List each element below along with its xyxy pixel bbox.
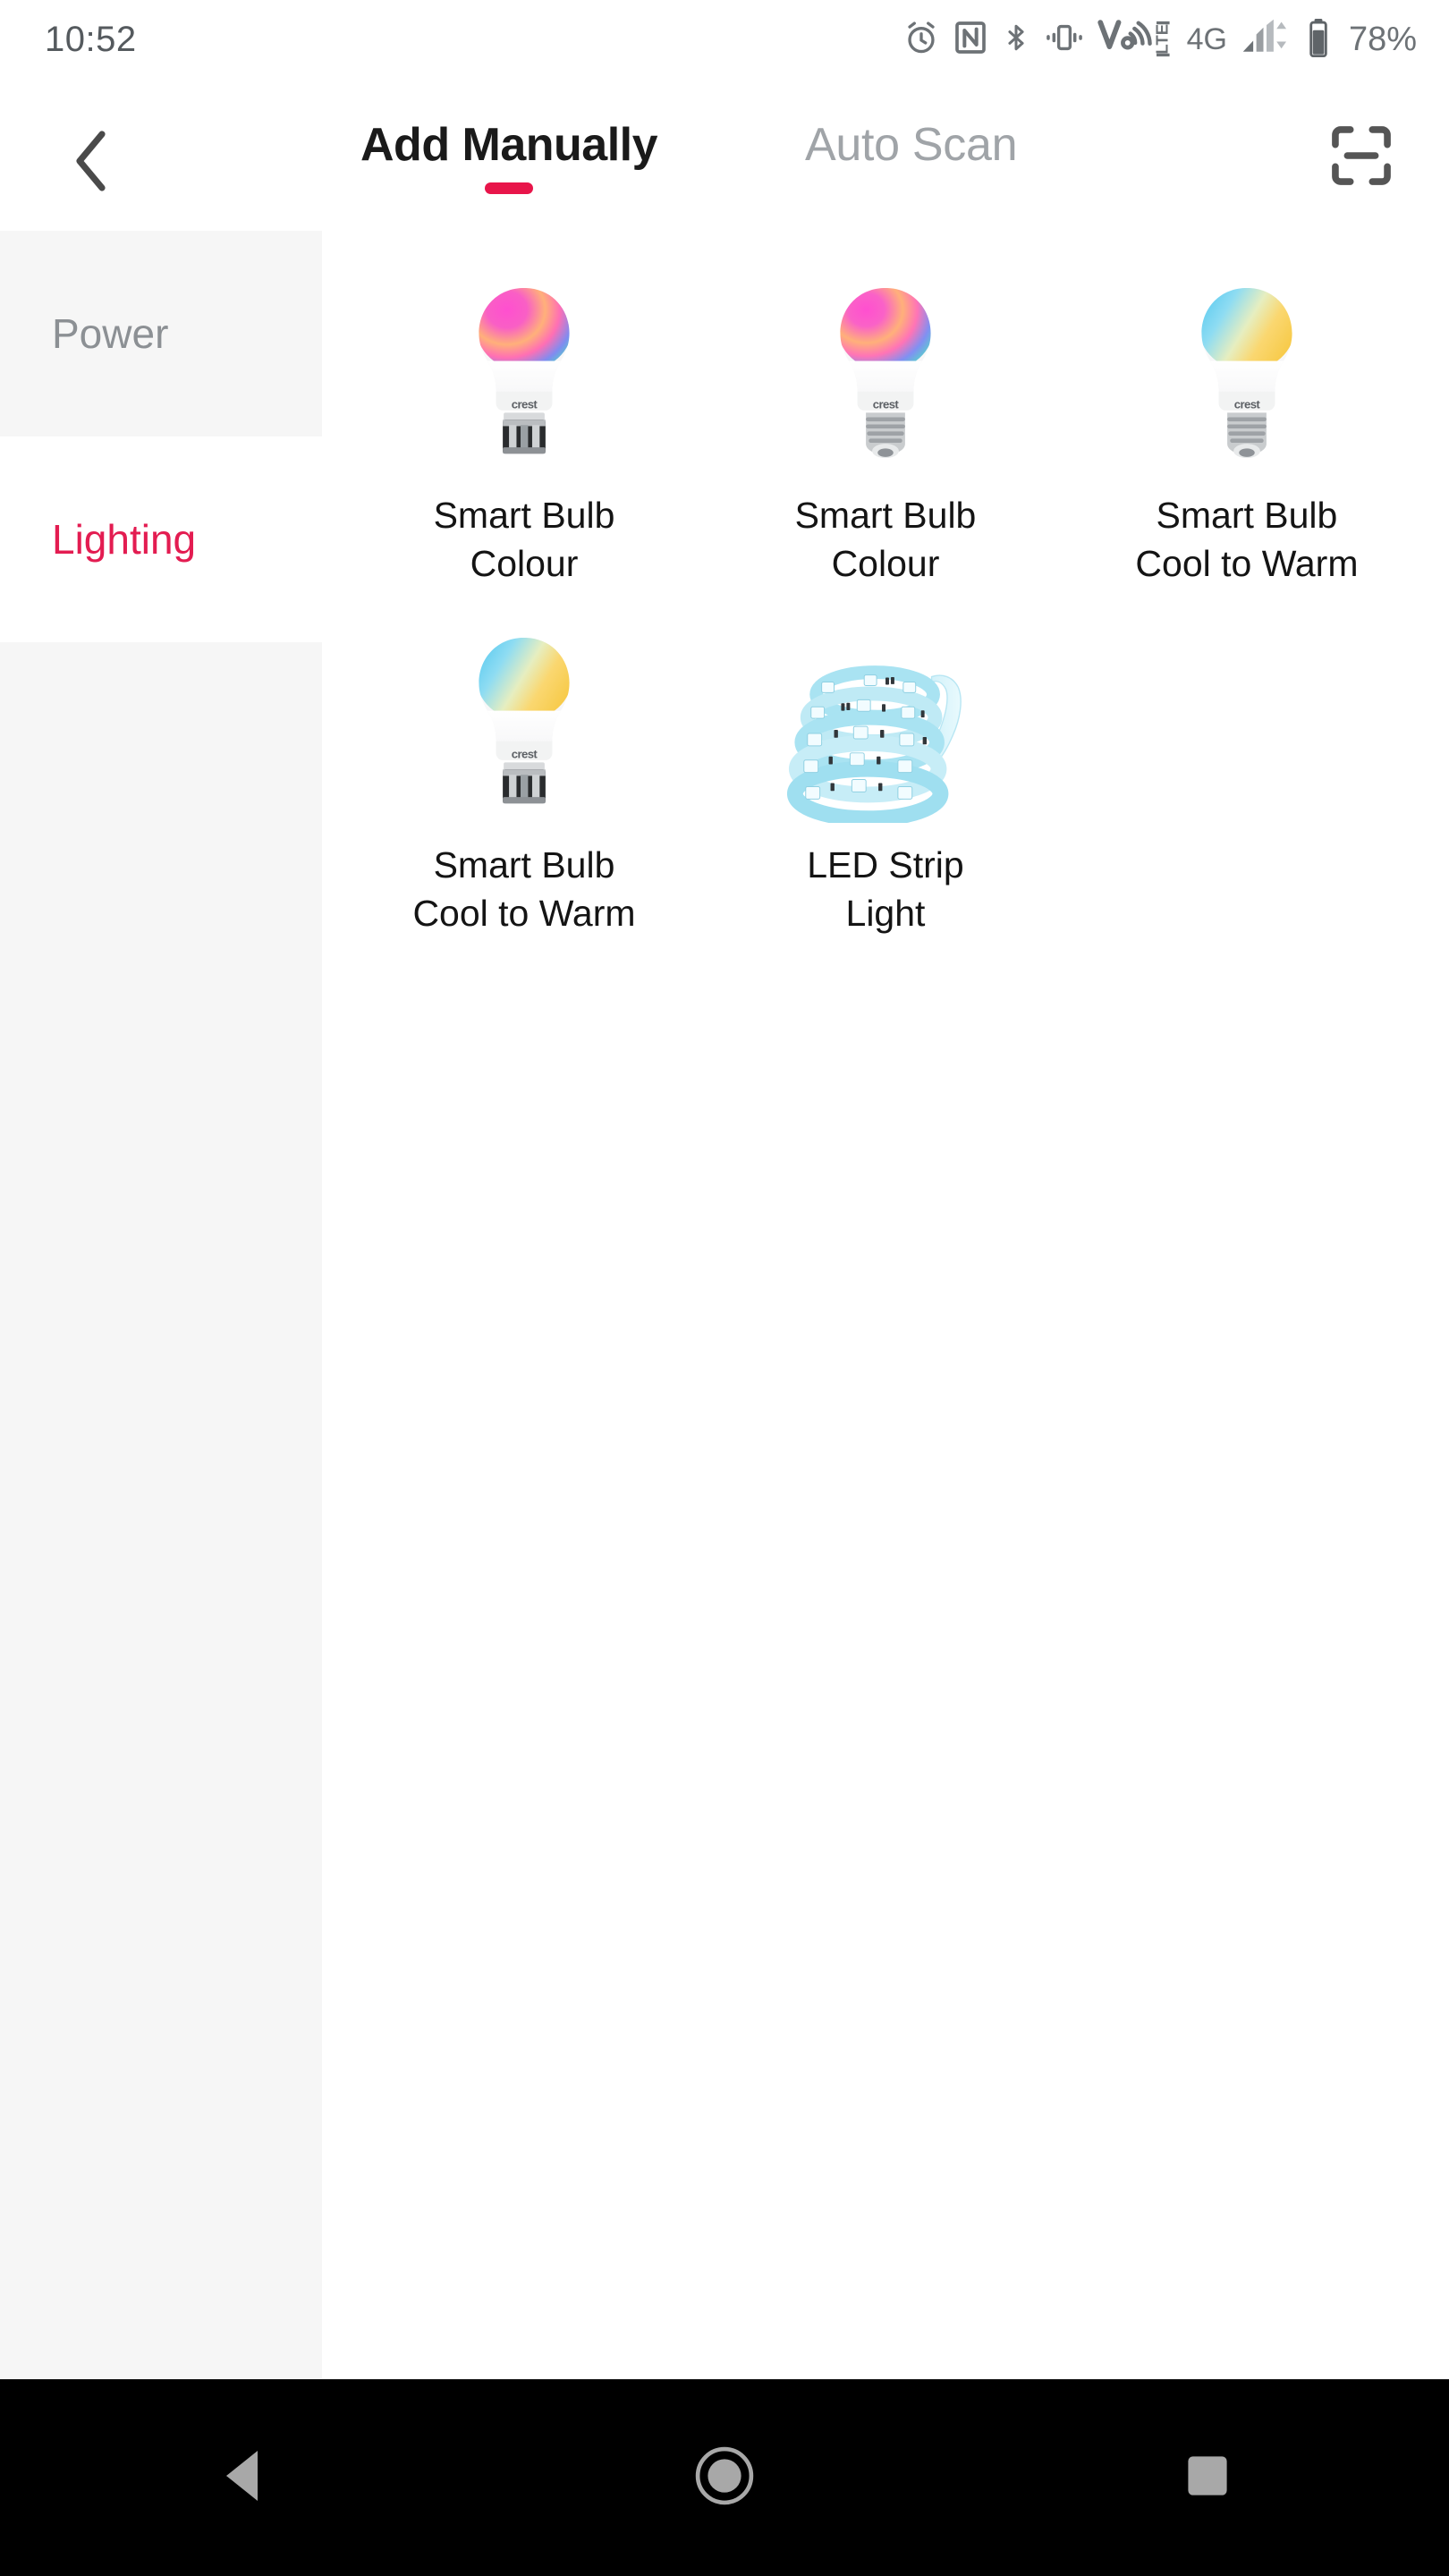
category-sidebar: Power Lighting [0,231,322,2379]
recents-square-icon [1184,2453,1231,2504]
sidebar-item-power[interactable]: Power [0,231,322,436]
svg-text:LTE: LTE [1152,23,1171,54]
status-icon-tray: LTE 4G 78% [902,18,1417,62]
device-card[interactable]: LED Strip Light [705,618,1066,968]
tab-auto-scan-label: Auto Scan [805,119,1018,171]
device-card[interactable]: crest Smart Bulb Colour [705,268,1066,618]
svg-text:crest: crest [512,397,538,411]
sidebar-item-label: Power [52,310,169,357]
sidebar-item-lighting[interactable]: Lighting [0,436,322,642]
led-strip-icon [783,631,988,824]
nav-recents-button[interactable] [1118,2379,1297,2576]
status-bar: 10:52 LTE 4G 78% [0,0,1449,79]
android-navigation-bar [0,2379,1449,2576]
content-area: Power Lighting crest Smart Bulb Colour c… [0,231,1449,2379]
sidebar-item-label: Lighting [52,516,197,563]
bulb-cct-bayonet-icon: crest [421,631,627,823]
device-label: Smart Bulb Cool to Warm [412,844,636,935]
bulb-cct-screw-icon: crest [1144,281,1350,473]
tab-add-manually-label: Add Manually [360,119,658,171]
svg-text:crest: crest [873,397,900,411]
tab-active-indicator [485,182,534,194]
nav-back-button[interactable] [152,2379,331,2576]
device-card[interactable]: crest Smart Bulb Colour [343,268,705,618]
network-type-label: 4G [1186,21,1227,56]
device-label: Smart Bulb Colour [794,495,977,585]
svg-text:crest: crest [512,748,538,761]
device-card[interactable]: crest Smart Bulb Cool to Warm [1066,268,1428,618]
phone-screen: 10:52 LTE 4G 78% Add Manually Auto Scan … [0,0,1449,2576]
device-label: Smart Bulb Colour [433,495,615,585]
scan-button[interactable] [1320,116,1402,199]
battery-percent-label: 78% [1348,20,1417,58]
nfc-icon [953,19,988,61]
tab-auto-scan[interactable]: Auto Scan [805,118,1018,172]
bulb-colour-screw-icon: crest [783,281,988,473]
device-label: LED Strip Light [807,844,964,935]
battery-icon [1306,18,1331,62]
bluetooth-icon [1001,19,1031,61]
vibrate-icon [1044,20,1085,60]
device-grid: crest Smart Bulb Colour crest Smart Bulb… [322,231,1449,2379]
bulb-colour-bayonet-icon: crest [421,281,627,473]
back-button[interactable] [55,125,127,197]
tab-add-manually[interactable]: Add Manually [360,118,658,194]
back-triangle-icon [218,2448,265,2508]
device-card[interactable]: crest Smart Bulb Cool to Warm [343,618,705,968]
signal-bars-icon [1240,19,1293,61]
svg-text:crest: crest [1234,397,1261,411]
nav-home-button[interactable] [635,2379,814,2576]
app-header: Add Manually Auto Scan [0,79,1449,231]
volte-icon: LTE [1097,18,1174,62]
home-circle-icon [695,2446,754,2510]
status-clock: 10:52 [45,19,137,59]
alarm-icon [902,19,940,61]
scan-icon [1327,122,1395,194]
device-label: Smart Bulb Cool to Warm [1135,495,1359,585]
